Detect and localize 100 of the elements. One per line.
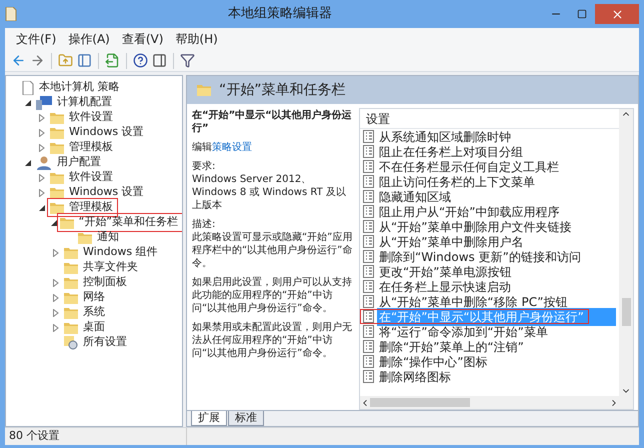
collapsed-arrow-icon[interactable] bbox=[53, 248, 59, 256]
collapsed-arrow-icon[interactable] bbox=[53, 308, 59, 316]
collapsed-arrow-icon[interactable] bbox=[53, 294, 59, 302]
folder-icon bbox=[50, 202, 64, 214]
settings-icon bbox=[64, 336, 78, 350]
tree-item[interactable]: 通知 bbox=[96, 229, 120, 246]
menu-item[interactable]: 文件(F) bbox=[13, 30, 60, 48]
policy-icon bbox=[363, 355, 374, 368]
setting-row[interactable]: 阻止用户从“开始”中卸载应用程序 bbox=[377, 202, 616, 220]
collapsed-arrow-icon[interactable] bbox=[39, 128, 45, 136]
folder-icon bbox=[50, 172, 64, 184]
app-icon bbox=[5, 7, 17, 21]
tree-item[interactable]: Windows 组件 bbox=[82, 244, 159, 261]
tree-item[interactable]: 控制面板 bbox=[82, 274, 128, 291]
collapsed-arrow-icon[interactable] bbox=[39, 174, 45, 182]
tree-item[interactable]: 网络 bbox=[82, 289, 106, 306]
tree-item[interactable]: 用户配置 bbox=[56, 154, 102, 171]
policy-icon bbox=[363, 340, 374, 353]
vertical-scrollbar[interactable] bbox=[619, 109, 633, 396]
setting-row[interactable]: 删除“操作中心”图标 bbox=[377, 352, 616, 370]
policy-icon bbox=[363, 220, 374, 233]
help-icon[interactable] bbox=[133, 53, 148, 68]
policy-icon bbox=[363, 280, 374, 293]
setting-row[interactable]: 删除到“Windows 更新”的链接和访问 bbox=[377, 248, 616, 266]
description-text: 如果禁用或未配置此设置，则用户无法从任何应用程序的“开始”中访问“以其他用户身份运行”命令。 bbox=[192, 321, 353, 360]
setting-row[interactable]: 将“运行”命令添加到“开始”菜单 bbox=[377, 322, 616, 340]
edit-policy-text: 编辑策略设置 bbox=[192, 141, 253, 154]
tree-item[interactable]: 本地计算机 策略 bbox=[38, 79, 120, 96]
horizontal-scrollbar[interactable] bbox=[360, 396, 633, 409]
folder-icon bbox=[50, 186, 64, 198]
setting-row[interactable]: 阻止在任务栏上对项目分组 bbox=[377, 142, 616, 160]
column-header[interactable]: 设置 bbox=[360, 109, 619, 129]
setting-row[interactable]: 删除网络图标 bbox=[377, 368, 616, 386]
tree-pane-icon[interactable] bbox=[77, 53, 92, 68]
tree-item[interactable]: “开始”菜单和任务栏 bbox=[78, 214, 179, 231]
policy-settings-link[interactable]: 策略设置 bbox=[212, 142, 252, 153]
scroll-thumb[interactable] bbox=[622, 298, 630, 326]
folder-icon bbox=[64, 276, 78, 288]
setting-row[interactable]: 从系统通知区域删除时钟 bbox=[377, 128, 616, 146]
close-icon bbox=[610, 8, 624, 20]
tree-item[interactable]: 软件设置 bbox=[68, 109, 114, 126]
folder-icon bbox=[78, 232, 92, 244]
collapsed-arrow-icon[interactable] bbox=[39, 144, 45, 152]
scroll-thumb[interactable] bbox=[370, 398, 470, 407]
expanded-arrow-icon[interactable] bbox=[25, 100, 31, 106]
tree-item[interactable]: 所有设置 bbox=[82, 334, 128, 351]
setting-row[interactable]: 从“开始”菜单中删除“移除 PC”按钮 bbox=[377, 292, 616, 310]
tree-item[interactable]: 桌面 bbox=[82, 319, 106, 336]
policy-icon bbox=[363, 235, 374, 248]
tree-item[interactable]: 计算机配置 bbox=[56, 94, 113, 111]
tree-item[interactable]: 软件设置 bbox=[68, 169, 114, 186]
policy-icon bbox=[363, 160, 374, 173]
tree-item[interactable]: Windows 设置 bbox=[68, 184, 145, 201]
expanded-arrow-icon[interactable] bbox=[25, 160, 31, 166]
folder-icon bbox=[64, 322, 78, 334]
policy-icon bbox=[363, 325, 374, 338]
status-text: 80 个设置 bbox=[9, 428, 187, 445]
tree-item[interactable]: 共享文件夹 bbox=[82, 259, 139, 276]
policy-icon bbox=[363, 190, 374, 203]
view-tab[interactable]: 扩展 bbox=[191, 411, 227, 426]
folder-icon bbox=[50, 126, 64, 138]
tree-item[interactable]: 管理模板 bbox=[68, 139, 114, 156]
view-tab[interactable]: 标准 bbox=[228, 411, 264, 426]
menu-item[interactable]: 查看(V) bbox=[118, 30, 166, 48]
policy-icon bbox=[363, 250, 374, 263]
tree-item[interactable]: 管理模板 bbox=[68, 199, 114, 216]
filter-icon[interactable] bbox=[180, 53, 195, 68]
setting-row[interactable]: 从“开始”菜单中删除用户文件夹链接 bbox=[377, 218, 616, 236]
description-text: Windows Server 2012、Windows 8 或 Windows RT 及以上版本 bbox=[192, 173, 347, 212]
folder-up-icon[interactable] bbox=[58, 53, 73, 68]
policy-icon bbox=[363, 130, 374, 143]
policy-icon bbox=[363, 370, 374, 383]
setting-row[interactable]: 在任务栏上显示快速启动 bbox=[377, 278, 616, 296]
policy-icon bbox=[363, 295, 374, 308]
collapsed-arrow-icon[interactable] bbox=[53, 324, 59, 332]
expanded-arrow-icon[interactable] bbox=[39, 204, 45, 210]
tree-item[interactable]: 系统 bbox=[82, 304, 106, 321]
setting-row[interactable]: 隐藏通知区域 bbox=[377, 188, 616, 206]
setting-row[interactable]: 从“开始”菜单中删除用户名 bbox=[377, 232, 616, 250]
collapsed-arrow-icon[interactable] bbox=[53, 278, 59, 286]
policy-icon bbox=[363, 265, 374, 278]
back-icon[interactable] bbox=[11, 53, 26, 68]
description-text: 要求: bbox=[192, 160, 216, 173]
tree-item[interactable]: Windows 设置 bbox=[68, 124, 145, 141]
expanded-arrow-icon[interactable] bbox=[50, 220, 57, 226]
export-icon[interactable] bbox=[105, 53, 120, 68]
setting-row[interactable]: 更改“开始”菜单电源按钮 bbox=[377, 262, 616, 280]
action-pane-icon[interactable] bbox=[152, 53, 167, 68]
collapsed-arrow-icon[interactable] bbox=[39, 188, 45, 196]
menu-item[interactable]: 操作(A) bbox=[65, 30, 113, 48]
setting-row[interactable]: 阻止访问任务栏的上下文菜单 bbox=[377, 172, 616, 190]
menu-item[interactable]: 帮助(H) bbox=[172, 30, 221, 48]
setting-row[interactable]: 删除“开始”菜单上的“注销” bbox=[377, 338, 616, 356]
collapsed-arrow-icon[interactable] bbox=[39, 114, 45, 122]
folder-icon bbox=[50, 112, 64, 124]
close-button[interactable] bbox=[595, 4, 639, 24]
setting-row[interactable]: 不在任务栏显示任何自定义工具栏 bbox=[377, 158, 616, 176]
forward-icon[interactable] bbox=[30, 53, 45, 68]
header-title: “开始”菜单和任务栏 bbox=[219, 80, 346, 100]
folder-icon bbox=[50, 142, 64, 154]
